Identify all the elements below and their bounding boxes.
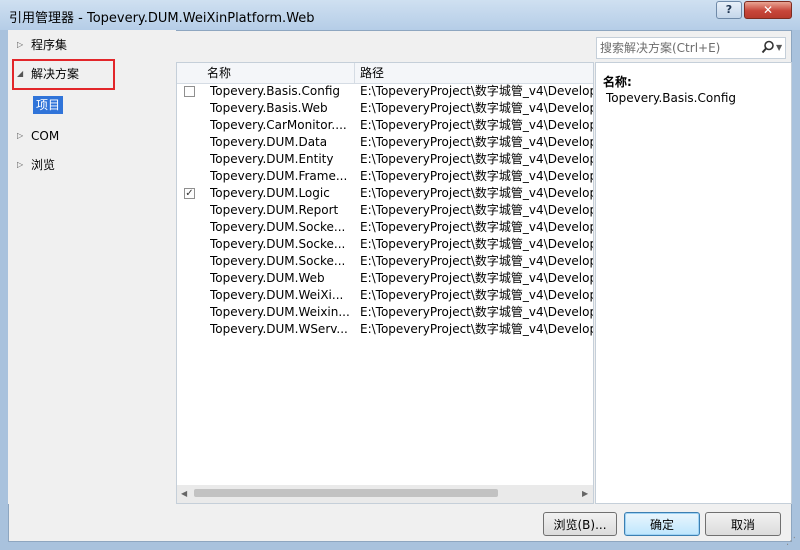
sidebar-item-label: 浏览 [31,158,56,172]
table-row[interactable]: Topevery.DUM.Report E:\TopeveryProject\数字… [177,202,593,219]
table-row[interactable]: Topevery.DUM.Web E:\TopeveryProject\数字城管_… [177,270,593,287]
sidebar-item-label: 程序集 [31,38,68,52]
project-name-cell: Topevery.DUM.Report [210,203,339,217]
detail-name-label: 名称: [603,75,632,89]
table-row[interactable]: Topevery.DUM.Socke... E:\TopeveryProject\… [177,253,593,270]
project-name-cell: Topevery.DUM.Socke... [210,237,346,251]
project-path-cell: E:\TopeveryProject\数字城管_v4\Develop [360,271,593,285]
list-rows: Topevery.Basis.Config E:\TopeveryProject\… [177,83,593,338]
expand-arrow-icon[interactable]: ▷ [17,126,23,146]
project-path-cell: E:\TopeveryProject\数字城管_v4\Develop [360,101,593,115]
project-path-cell: E:\TopeveryProject\数字城管_v4\Develop [360,135,593,149]
include-checkbox[interactable]: ✓ [184,188,195,199]
table-row[interactable]: Topevery.DUM.Entity E:\TopeveryProject\数字… [177,151,593,168]
search-box[interactable]: ▼ [596,37,786,59]
window-title: 引用管理器 - Topevery.DUM.WeiXinPlatform.Web [9,11,315,26]
scrollbar-thumb[interactable] [194,489,498,497]
project-path-cell: E:\TopeveryProject\数字城管_v4\Develop [360,254,593,268]
project-path-cell: E:\TopeveryProject\数字城管_v4\Develop [360,84,593,98]
table-row[interactable]: Topevery.DUM.Socke... E:\TopeveryProject\… [177,219,593,236]
search-icon[interactable] [761,40,775,57]
detail-name-value: Topevery.Basis.Config [606,91,736,105]
resize-grip-icon[interactable]: ⋰ [786,536,796,547]
search-input[interactable] [600,40,752,56]
project-name-cell: Topevery.Basis.Web [210,101,328,115]
list-header: 名称 路径 [177,63,593,84]
project-path-cell: E:\TopeveryProject\数字城管_v4\Develop [360,203,593,217]
details-pane: 名称: Topevery.Basis.Config [595,62,792,504]
help-button[interactable]: ? [716,1,742,19]
expand-arrow-icon[interactable]: ▷ [17,35,23,55]
scroll-left-arrow-icon[interactable]: ◀ [181,489,187,498]
project-name-cell: Topevery.DUM.Data [210,135,328,149]
project-name-cell: Topevery.DUM.Entity [210,152,334,166]
project-path-cell: E:\TopeveryProject\数字城管_v4\Develop [360,118,593,132]
project-path-cell: E:\TopeveryProject\数字城管_v4\Develop [360,152,593,166]
column-header-path[interactable]: 路径 [360,63,384,83]
table-row[interactable]: Topevery.DUM.Socke... E:\TopeveryProject\… [177,236,593,253]
project-name-cell: Topevery.DUM.WServ... [210,322,348,336]
table-row[interactable]: Topevery.DUM.WServ... E:\TopeveryProject\… [177,321,593,338]
project-path-cell: E:\TopeveryProject\数字城管_v4\Develop [360,169,593,183]
close-button[interactable]: ✕ [744,1,792,19]
project-name-cell: Topevery.DUM.Web [210,271,325,285]
include-checkbox[interactable] [184,86,195,97]
browse-button[interactable]: 浏览(B)... [543,512,617,536]
project-name-cell: Topevery.DUM.Socke... [210,254,346,268]
horizontal-scrollbar[interactable]: ◀ ▶ [177,485,593,503]
table-row[interactable]: Topevery.DUM.Data E:\TopeveryProject\数字城管… [177,134,593,151]
title-bar[interactable]: 引用管理器 - Topevery.DUM.WeiXinPlatform.Web … [0,0,800,30]
project-path-cell: E:\TopeveryProject\数字城管_v4\Develop [360,305,593,319]
project-name-cell: Topevery.DUM.WeiXi... [210,288,344,302]
sidebar-item-com[interactable]: ▷ COM [8,126,176,146]
sidebar-item-assemblies[interactable]: ▷ 程序集 [8,35,176,55]
project-name-cell: Topevery.DUM.Logic [210,186,330,200]
project-name-cell: Topevery.DUM.Frame... [210,169,348,183]
table-row[interactable]: Topevery.CarMonitor.... E:\TopeveryProjec… [177,117,593,134]
sidebar-subitem-projects[interactable]: 项目 [33,96,64,114]
table-row[interactable]: ✓ Topevery.DUM.Logic E:\TopeveryProject\数字… [177,185,593,202]
project-name-cell: Topevery.CarMonitor.... [210,118,347,132]
table-row[interactable]: Topevery.Basis.Web E:\TopeveryProject\数字城… [177,100,593,117]
project-name-cell: Topevery.Basis.Config [210,84,340,98]
project-path-cell: E:\TopeveryProject\数字城管_v4\Develop [360,237,593,251]
table-row[interactable]: Topevery.DUM.Weixin... E:\TopeveryProject… [177,304,593,321]
project-path-cell: E:\TopeveryProject\数字城管_v4\Develop [360,186,593,200]
project-path-cell: E:\TopeveryProject\数字城管_v4\Develop [360,322,593,336]
table-row[interactable]: Topevery.DUM.WeiXi... E:\TopeveryProject\… [177,287,593,304]
table-row[interactable]: Topevery.Basis.Config E:\TopeveryProject\… [177,83,593,100]
sidebar-item-browse[interactable]: ▷ 浏览 [8,155,176,175]
table-row[interactable]: Topevery.DUM.Frame... E:\TopeveryProject\… [177,168,593,185]
cancel-button[interactable]: 取消 [705,512,781,536]
project-name-cell: Topevery.DUM.Weixin... [210,305,350,319]
ok-button[interactable]: 确定 [624,512,700,536]
column-header-name[interactable]: 名称 [207,63,231,83]
scroll-right-arrow-icon[interactable]: ▶ [582,489,588,498]
expand-arrow-icon[interactable]: ▷ [17,155,23,175]
project-path-cell: E:\TopeveryProject\数字城管_v4\Develop [360,288,593,302]
highlight-annotation-box [12,59,115,90]
category-sidebar: ▷ 程序集 ◢ 解决方案 项目 ▷ COM ▷ 浏览 [8,30,176,504]
chevron-down-icon[interactable]: ▼ [776,43,782,52]
column-divider[interactable] [354,63,355,83]
project-path-cell: E:\TopeveryProject\数字城管_v4\Develop [360,220,593,234]
project-name-cell: Topevery.DUM.Socke... [210,220,346,234]
project-list: 名称 路径 Topevery.Basis.Config E:\TopeveryPr… [176,62,594,504]
sidebar-item-label: COM [31,129,60,143]
